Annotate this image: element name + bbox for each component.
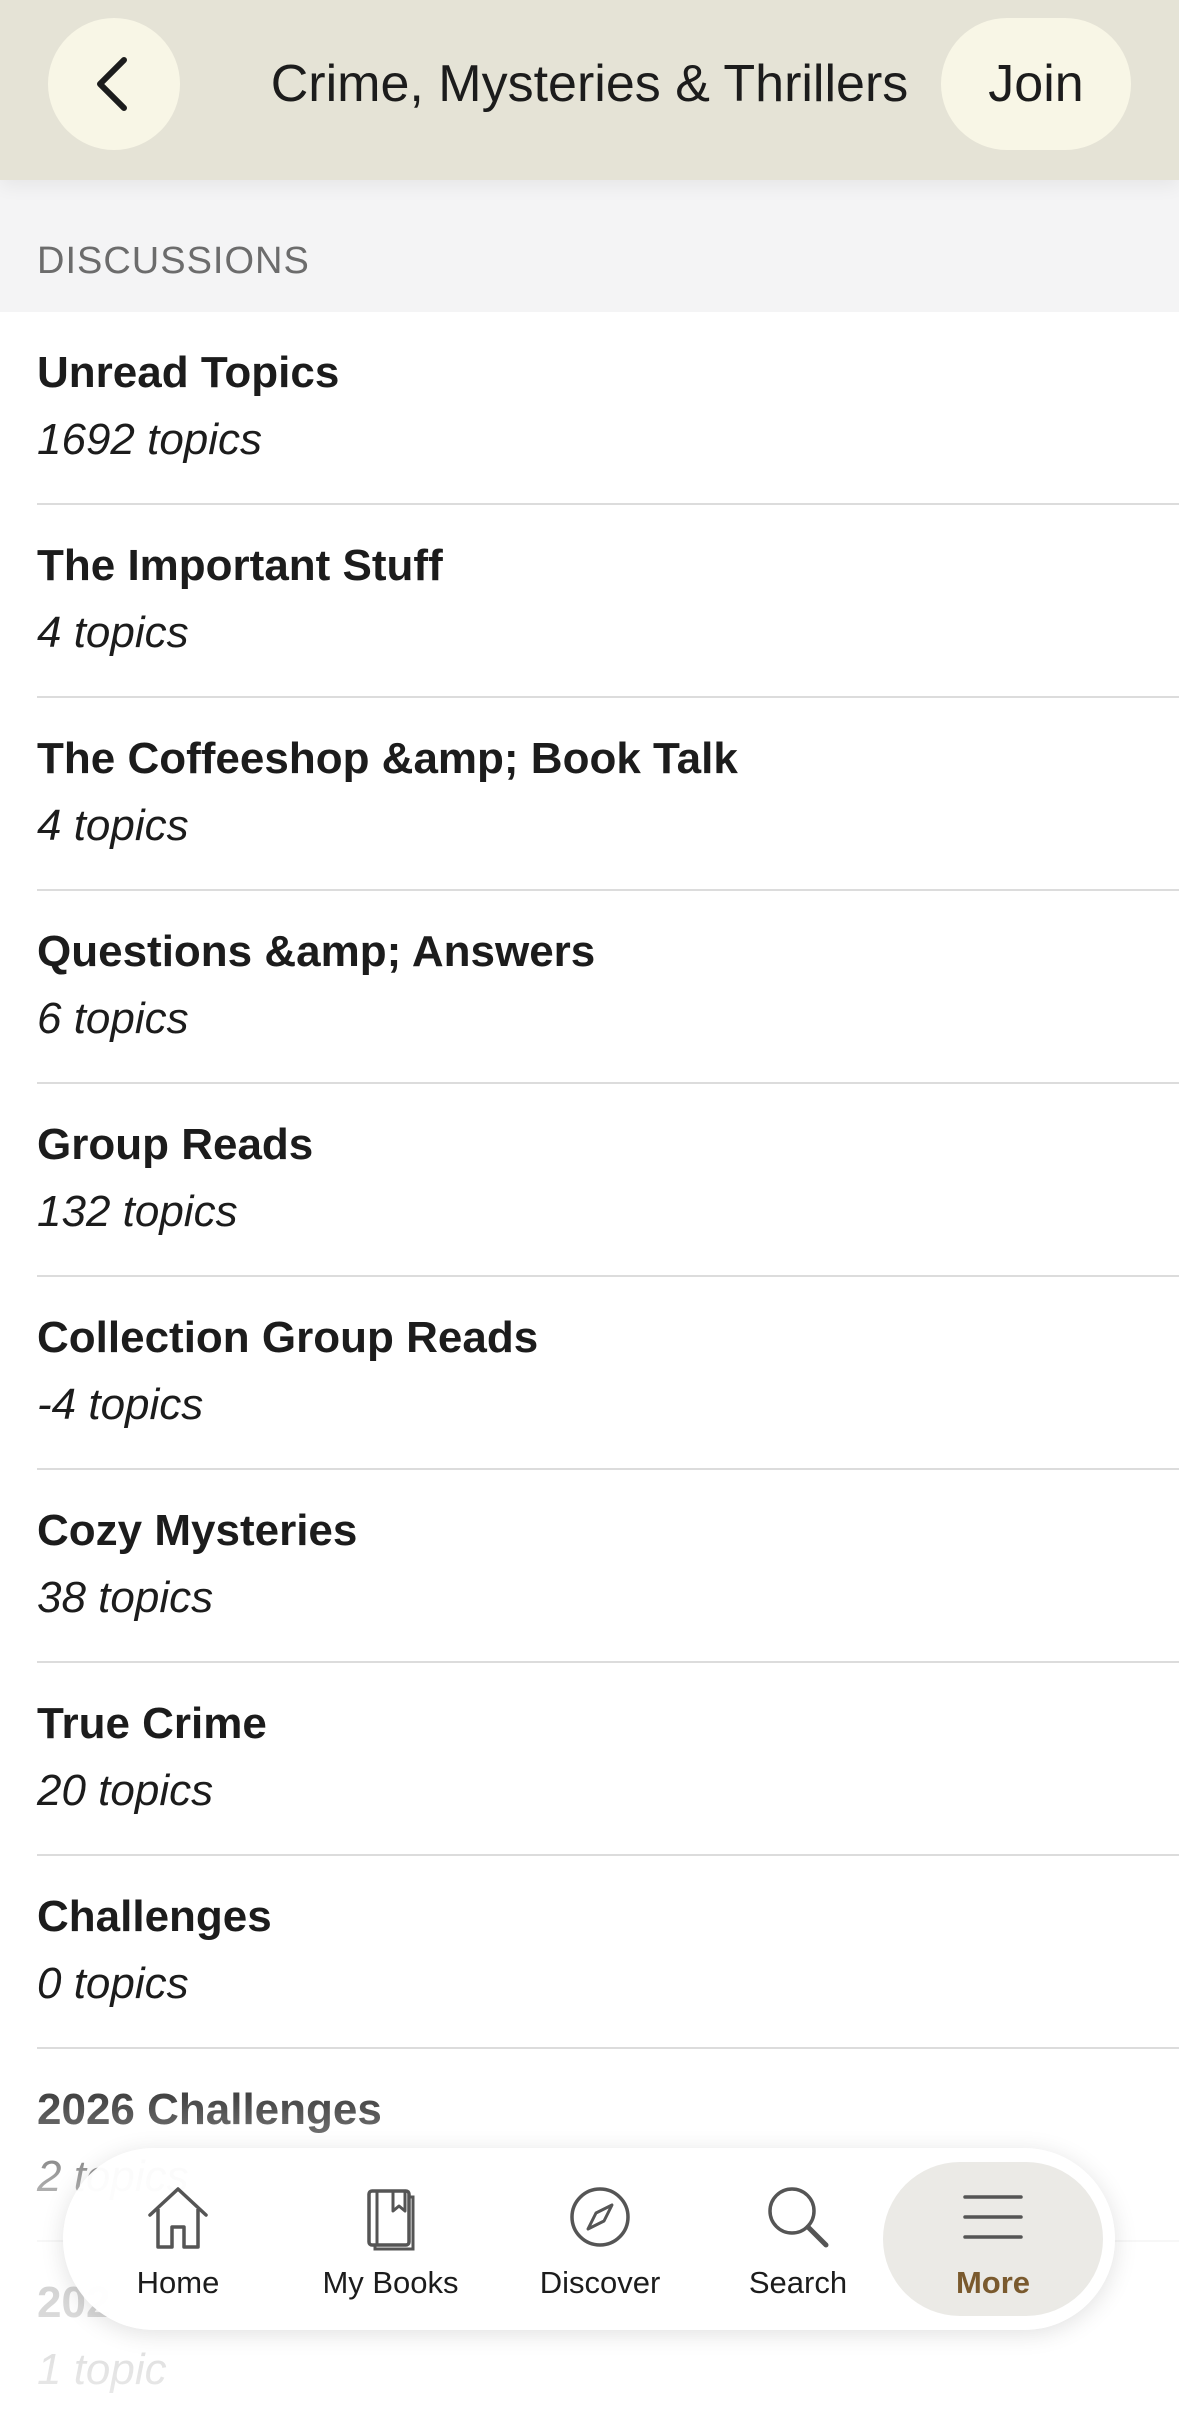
join-button[interactable]: Join: [941, 18, 1131, 150]
tab-discover[interactable]: Discover: [525, 2148, 675, 2330]
section-header: DISCUSSIONS: [0, 180, 1179, 312]
topic-title: Cozy Mysteries: [37, 1506, 358, 1555]
topic-title: Questions &amp; Answers: [37, 927, 596, 976]
list-item[interactable]: Challenges 0 topics: [0, 1856, 1179, 2049]
topic-title: Collection Group Reads: [37, 1313, 539, 1362]
tab-bar: Home My Books Discover Search More: [63, 2148, 1115, 2330]
topic-count: 6 topics: [37, 994, 189, 1043]
list-item[interactable]: Group Reads 132 topics: [0, 1084, 1179, 1277]
page-title: Crime, Mysteries & Thrillers: [270, 55, 909, 113]
tab-label: More: [955, 2265, 1031, 2300]
tab-home[interactable]: Home: [103, 2148, 253, 2330]
list-item[interactable]: True Crime 20 topics: [0, 1663, 1179, 1856]
menu-icon: [963, 2195, 1023, 2239]
tab-label: Home: [136, 2265, 220, 2300]
list-item[interactable]: Questions &amp; Answers 6 topics: [0, 891, 1179, 1084]
tab-label: Discover: [539, 2265, 661, 2300]
topic-count: 4 topics: [37, 608, 189, 657]
topic-count: 132 topics: [37, 1187, 238, 1236]
list-item[interactable]: Unread Topics 1692 topics: [0, 312, 1179, 505]
top-bar: Crime, Mysteries & Thrillers Join: [0, 0, 1179, 180]
tab-my-books[interactable]: My Books: [303, 2148, 478, 2330]
topic-count: 38 topics: [37, 1573, 214, 1622]
topic-count: 4 topics: [37, 801, 189, 850]
topic-title: Unread Topics: [37, 348, 340, 397]
topic-count: 1 topic: [37, 2345, 167, 2394]
topic-title: 2026 Challenges: [37, 2085, 382, 2134]
section-label: DISCUSSIONS: [37, 240, 310, 282]
topic-count: 20 topics: [37, 1766, 214, 1815]
search-icon: [768, 2187, 829, 2248]
home-icon: [148, 2187, 208, 2249]
tab-search[interactable]: Search: [723, 2148, 873, 2330]
topic-title: Group Reads: [37, 1120, 314, 1169]
list-item[interactable]: The Coffeeshop &amp; Book Talk 4 topics: [0, 698, 1179, 891]
topic-title: Challenges: [37, 1892, 272, 1941]
back-button[interactable]: [48, 18, 180, 150]
chevron-left-icon: [97, 57, 127, 111]
topic-title: The Coffeeshop &amp; Book Talk: [37, 734, 738, 783]
topic-title: True Crime: [37, 1699, 267, 1748]
tab-label: My Books: [322, 2265, 459, 2300]
topic-count: -4 topics: [37, 1380, 204, 1429]
topic-count: 0 topics: [37, 1959, 189, 2008]
tab-more[interactable]: More: [883, 2162, 1103, 2316]
my-books-icon: [366, 2189, 414, 2251]
topic-count: 1692 topics: [37, 415, 263, 464]
compass-icon: [570, 2187, 630, 2247]
list-item[interactable]: The Important Stuff 4 topics: [0, 505, 1179, 698]
list-item[interactable]: Collection Group Reads -4 topics: [0, 1277, 1179, 1470]
topic-title: The Important Stuff: [37, 541, 443, 590]
tab-label: Search: [748, 2265, 848, 2300]
list-item[interactable]: Cozy Mysteries 38 topics: [0, 1470, 1179, 1663]
topic-list: Unread Topics 1692 topics The Important …: [0, 312, 1179, 2435]
